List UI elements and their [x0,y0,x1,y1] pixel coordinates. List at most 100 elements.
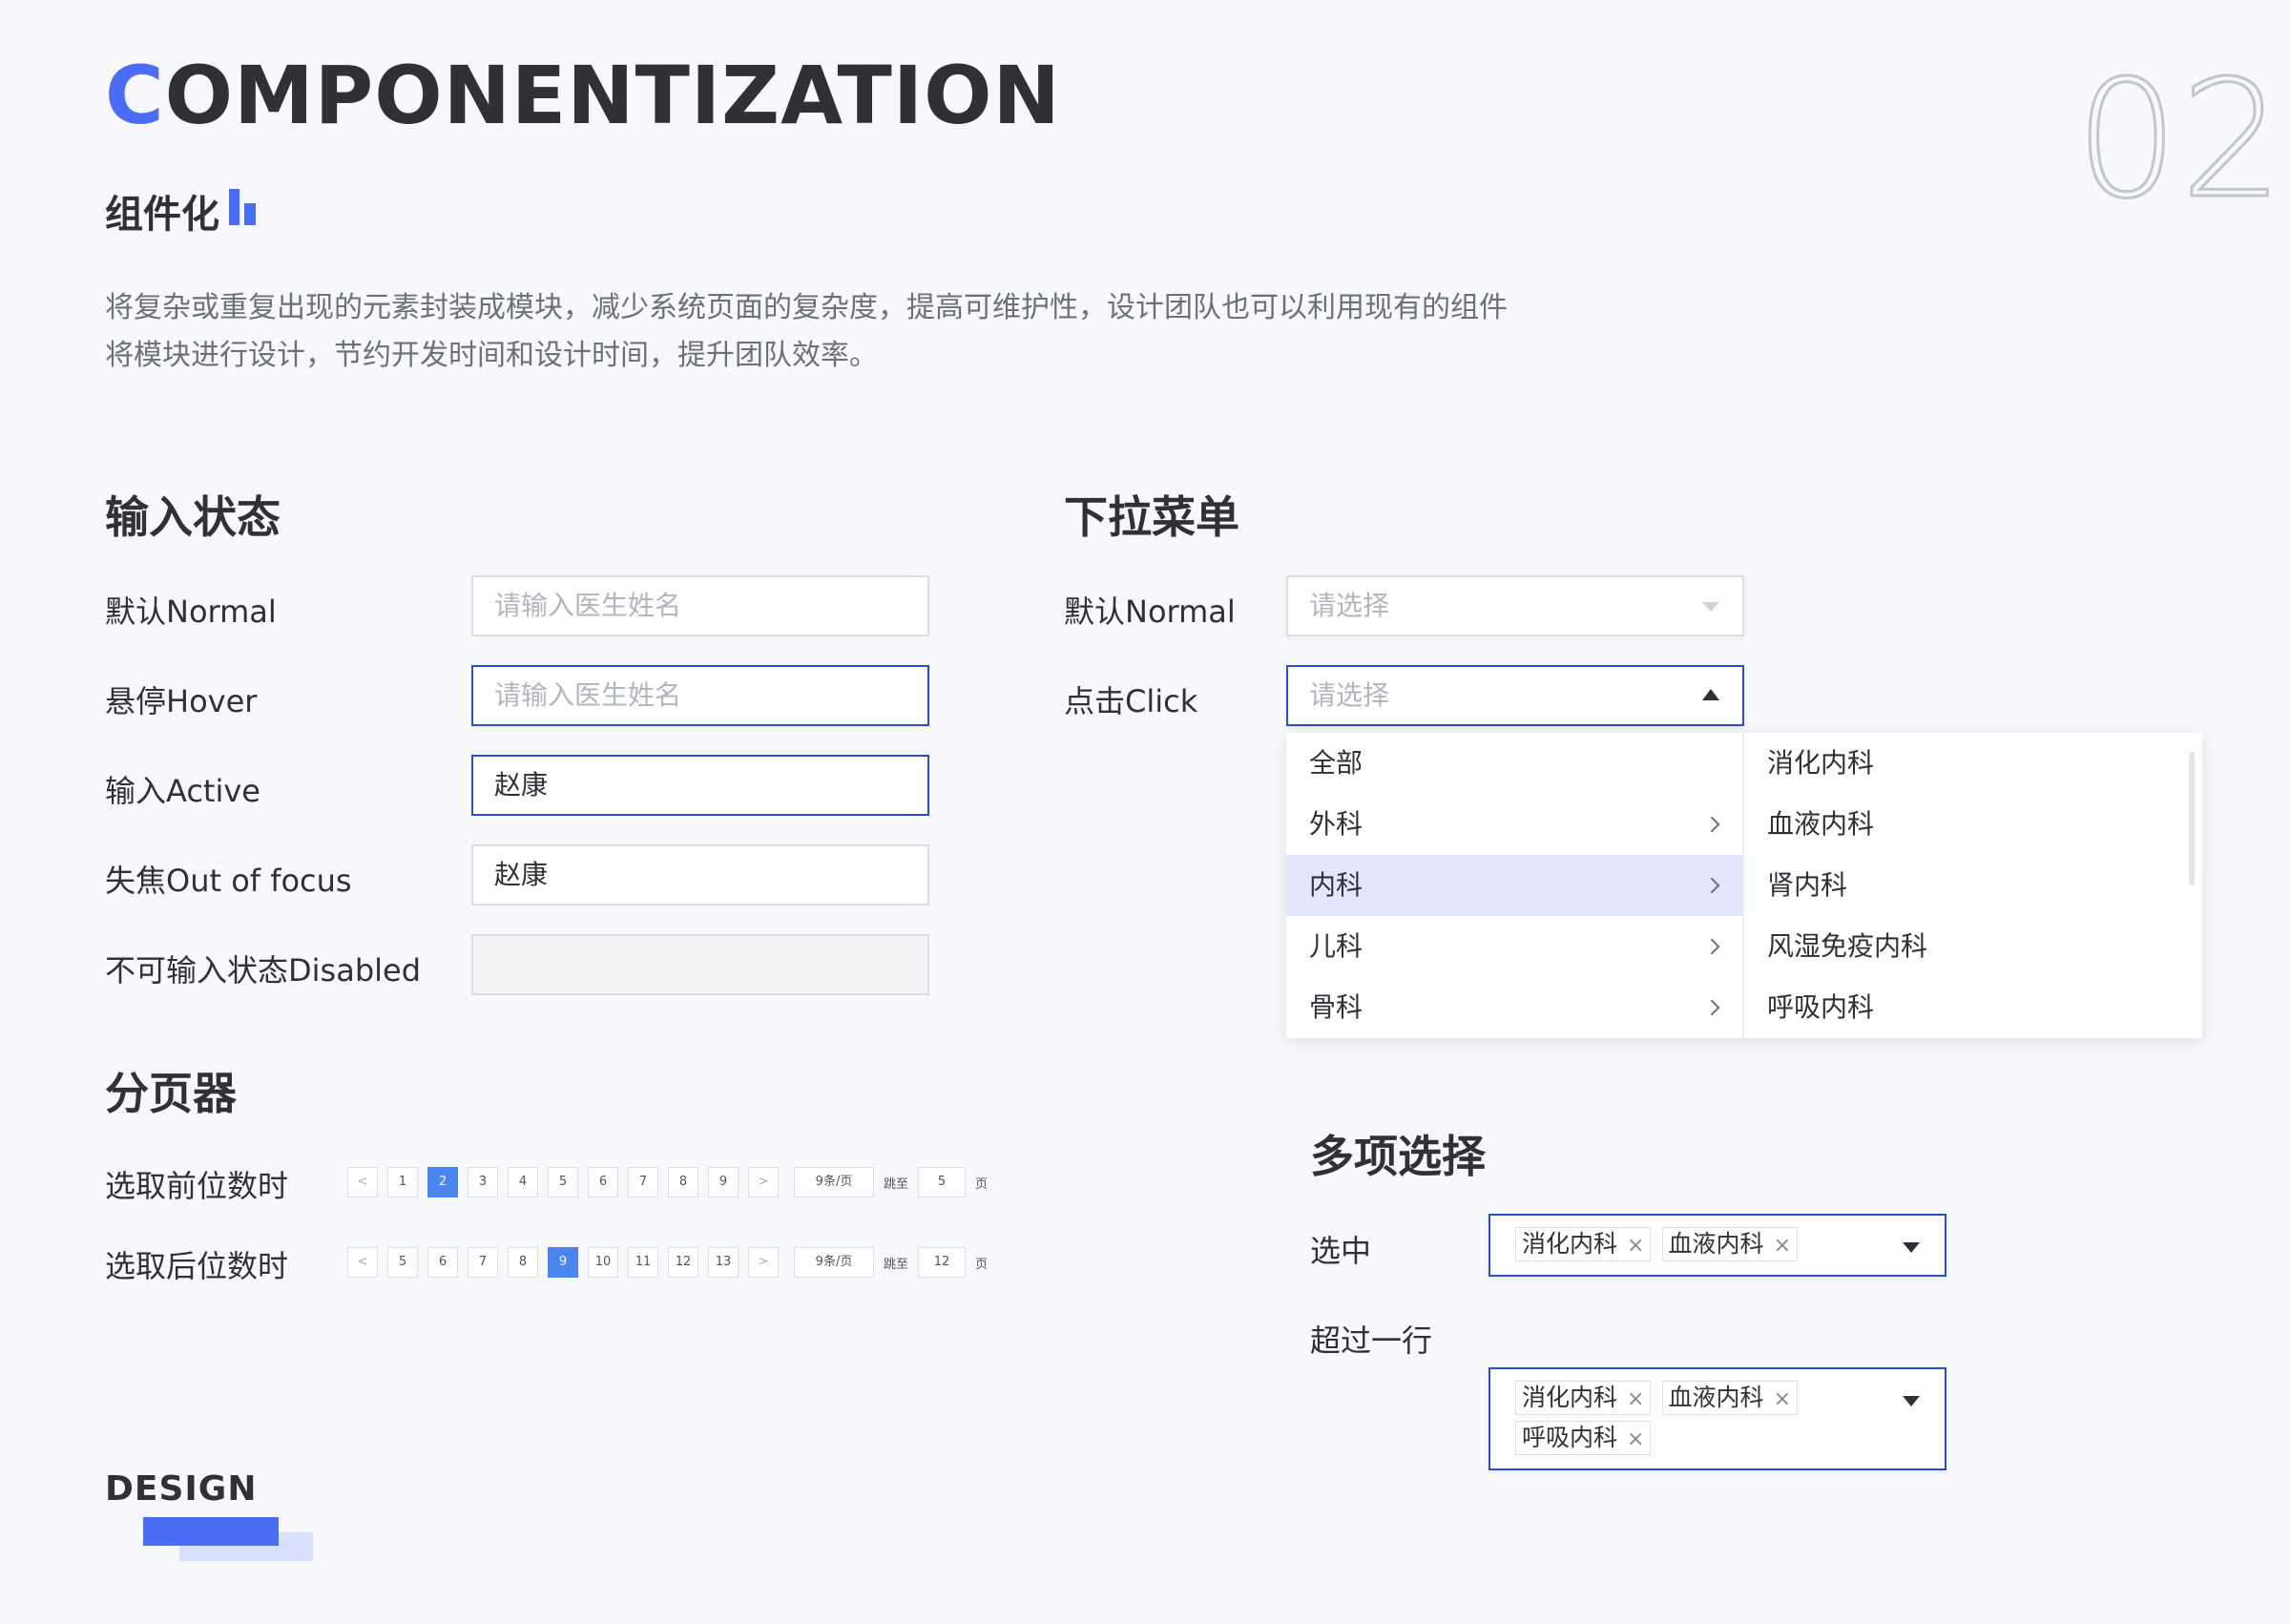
subtitle-bars-icon [229,189,258,225]
page-button[interactable]: 7 [628,1167,658,1197]
cascader-suboption[interactable]: 消化内科 [1744,733,2202,794]
doctor-name-input-active[interactable]: 赵康 [471,755,929,816]
page-button-current[interactable]: 9 [548,1247,578,1278]
tag-close-icon[interactable]: × [1627,1427,1644,1451]
footer-decor-bar-accent [143,1517,279,1546]
description-line-1: 将复杂或重复出现的元素封装成模块，减少系统页面的复杂度，提高可维护性，设计团队也… [105,291,1508,324]
input-blur-label: 失焦Out of focus [105,863,352,899]
page-button[interactable]: 8 [508,1247,538,1278]
jump-page-input[interactable]: 12 [918,1247,967,1278]
page-button[interactable]: 5 [548,1167,578,1197]
page-button[interactable]: 6 [588,1167,618,1197]
prev-page-button[interactable]: < [347,1247,378,1278]
caret-down-icon [1702,602,1719,612]
selected-tag: 血液内科 × [1661,1227,1798,1261]
dropdown-heading: 下拉菜单 [1064,491,1239,543]
dropdown-click-label: 点击Click [1064,683,1198,719]
multi-select-heading: 多项选择 [1310,1131,1486,1182]
page-unit-label: 页 [975,1257,989,1272]
pagination-row1-label: 选取前位数时 [105,1168,289,1204]
department-select-normal[interactable]: 请选择 [1286,575,1744,636]
page-size-select[interactable]: 9条/页 [794,1247,874,1278]
page-button[interactable]: 3 [468,1167,498,1197]
jump-to-label: 跳至 [884,1176,909,1192]
caret-up-icon [1702,689,1719,700]
dropdown-normal-label: 默认Normal [1064,593,1236,630]
cascader-option-pediatrics[interactable]: 儿科 [1286,916,1742,977]
page-button[interactable]: 10 [588,1247,618,1278]
page-button[interactable]: 1 [387,1167,418,1197]
multi-selected-label: 选中 [1310,1233,1372,1269]
cascader-option-internal-medicine[interactable]: 内科 [1286,855,1742,916]
section-number: 02 [2073,46,2286,235]
pagination-row2-label: 选取后位数时 [105,1248,289,1284]
department-multi-select[interactable]: 消化内科 × 血液内科 × [1488,1214,1946,1277]
next-page-button[interactable]: > [748,1167,779,1197]
next-page-button[interactable]: > [748,1247,779,1278]
cascader-dropdown: 全部 外科 内科 儿科 骨科 消化内科 血液内科 肾内科 风湿免疫内科 呼吸内科 [1286,733,2202,1038]
cascader-option-surgery[interactable]: 外科 [1286,794,1742,855]
cascader-option-orthopedics[interactable]: 骨科 [1286,977,1742,1038]
cascader-suboption[interactable]: 呼吸内科 [1744,977,2202,1038]
chevron-right-icon [1703,938,1720,955]
page-button[interactable]: 4 [508,1167,538,1197]
select-placeholder: 请选择 [1309,679,1390,711]
cascader-suboption[interactable]: 肾内科 [1744,855,2202,916]
page-button[interactable]: 8 [668,1167,698,1197]
cascader-suboption[interactable]: 血液内科 [1744,794,2202,855]
page-size-select[interactable]: 9条/页 [794,1167,874,1197]
input-normal-label: 默认Normal [105,593,277,630]
department-multi-select-overflow[interactable]: 消化内科 × 血液内科 × 呼吸内科 × [1488,1367,1946,1470]
department-select-open[interactable]: 请选择 [1286,665,1744,726]
jump-page-input[interactable]: 5 [918,1167,967,1197]
doctor-name-input-blur[interactable]: 赵康 [471,844,929,906]
tag-close-icon[interactable]: × [1627,1387,1644,1411]
cascader-suboption[interactable]: 风湿免疫内科 [1744,916,2202,977]
chevron-right-icon [1703,816,1720,833]
page-button-current[interactable]: 2 [427,1167,458,1197]
input-states-heading: 输入状态 [105,491,281,543]
cascader-secondary-column: 消化内科 血液内科 肾内科 风湿免疫内科 呼吸内科 [1744,733,2202,1038]
page-button[interactable]: 5 [387,1247,418,1278]
pagination-front: < 1 2 3 4 5 6 7 8 9 > 9条/页 跳至 5 页 [347,1167,997,1197]
page-button[interactable]: 11 [628,1247,658,1278]
page-button[interactable]: 13 [708,1247,739,1278]
selected-tag: 血液内科 × [1661,1381,1798,1415]
page-title: COMPONENTIZATION [105,55,1061,135]
title-rest: OMPONENTIZATION [164,49,1061,142]
title-first-letter: C [105,49,165,142]
chevron-right-icon [1703,877,1720,894]
page-button[interactable]: 6 [427,1247,458,1278]
multi-overflow-label: 超过一行 [1310,1322,1433,1359]
cascader-primary-column: 全部 外科 内科 儿科 骨科 [1286,733,1744,1038]
selected-tag: 呼吸内科 × [1515,1421,1652,1455]
cascader-option-all[interactable]: 全部 [1286,733,1742,794]
page-button[interactable]: 12 [668,1247,698,1278]
page-unit-label: 页 [975,1176,989,1192]
selected-tag: 消化内科 × [1515,1227,1652,1261]
page-button[interactable]: 7 [468,1247,498,1278]
footer-design-label: DESIGN [105,1469,258,1509]
cascader-scrollbar[interactable] [2189,752,2195,885]
chevron-right-icon [1703,999,1720,1016]
pagination-heading: 分页器 [105,1068,237,1119]
tag-close-icon[interactable]: × [1627,1234,1644,1258]
tag-close-icon[interactable]: × [1774,1387,1791,1411]
caret-down-icon [1903,1396,1920,1406]
selected-tag: 消化内科 × [1515,1381,1652,1415]
doctor-name-input-hover[interactable]: 请输入医生姓名 [471,665,929,726]
page-description: 将复杂或重复出现的元素封装成模块，减少系统页面的复杂度，提高可维护性，设计团队也… [105,284,1689,380]
page-button[interactable]: 9 [708,1167,739,1197]
caret-down-icon [1903,1242,1920,1253]
jump-to-label: 跳至 [884,1257,909,1272]
page-subtitle: 组件化 [105,193,219,237]
input-active-label: 输入Active [105,773,260,809]
select-placeholder: 请选择 [1309,590,1390,621]
doctor-name-input-disabled [471,934,929,995]
pagination-back: < 5 6 7 8 9 10 11 12 13 > 9条/页 跳至 12 页 [347,1247,997,1278]
prev-page-button[interactable]: < [347,1167,378,1197]
tag-close-icon[interactable]: × [1774,1234,1791,1258]
description-line-2: 将模块进行设计，节约开发时间和设计时间，提升团队效率。 [105,339,878,372]
input-disabled-label: 不可输入状态Disabled [105,952,422,989]
doctor-name-input-normal[interactable]: 请输入医生姓名 [471,575,929,636]
